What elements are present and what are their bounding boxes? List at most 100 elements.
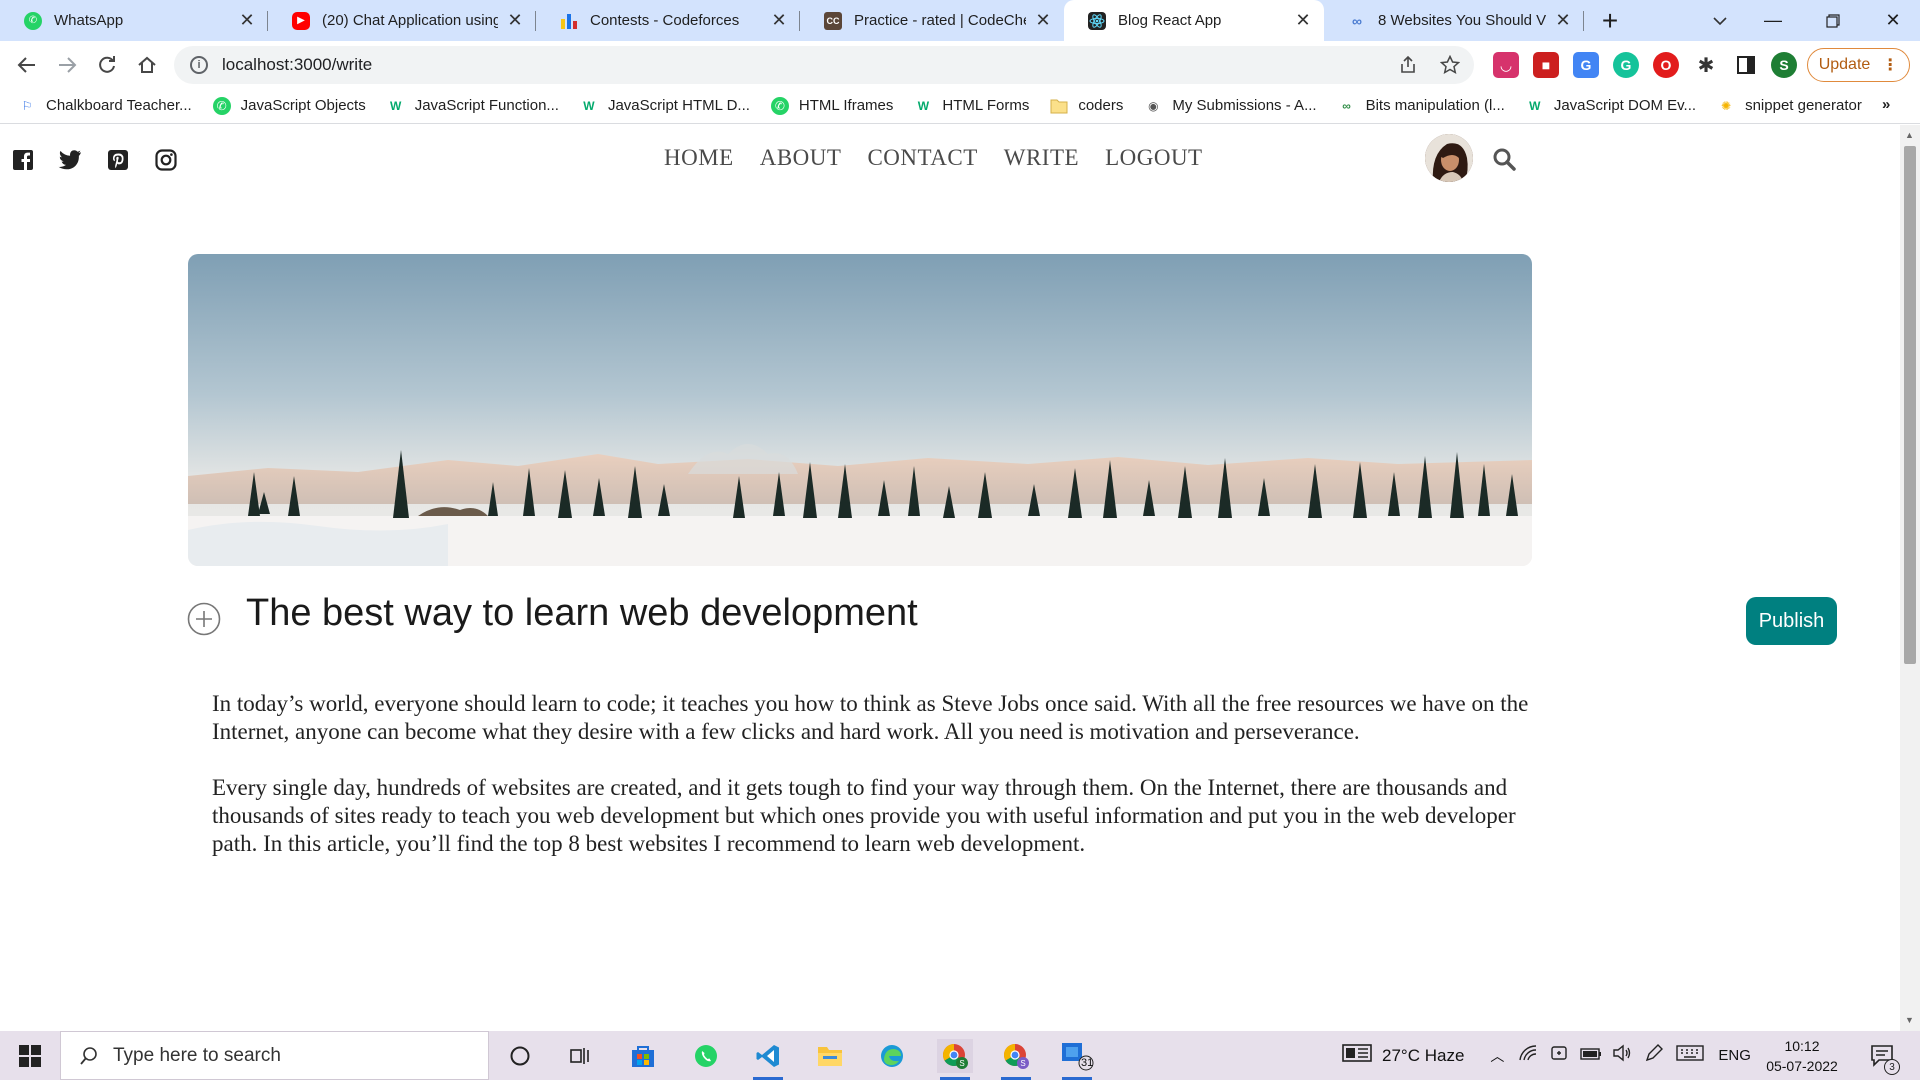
- nav-about[interactable]: ABOUT: [760, 145, 842, 171]
- tab-codechef[interactable]: CC Practice - rated | CodeChef ✕: [800, 0, 1064, 41]
- grammarly-icon[interactable]: G: [1613, 52, 1639, 78]
- clock[interactable]: 10:12 05-07-2022: [1762, 1036, 1842, 1076]
- volume-icon[interactable]: [1612, 1044, 1632, 1067]
- taskbar-search[interactable]: Type here to search: [60, 1031, 489, 1080]
- close-icon[interactable]: ✕: [1294, 10, 1312, 31]
- start-button[interactable]: [10, 1042, 50, 1070]
- nav-logout[interactable]: LOGOUT: [1105, 145, 1203, 171]
- bookmark-item[interactable]: W HTML Forms: [914, 97, 1030, 115]
- close-icon[interactable]: ✕: [506, 10, 524, 31]
- vscode-icon[interactable]: [750, 1039, 786, 1080]
- publish-label: Publish: [1758, 609, 1825, 632]
- tab-blog-react-app[interactable]: Blog React App ✕: [1064, 0, 1324, 41]
- bookmark-item[interactable]: ∞ Bits manipulation (l...: [1338, 97, 1505, 115]
- bookmark-item[interactable]: W JavaScript DOM Ev...: [1526, 97, 1696, 115]
- bookmark-item[interactable]: ◉ My Submissions - A...: [1144, 97, 1316, 115]
- nav-contact[interactable]: CONTACT: [867, 145, 977, 171]
- close-icon[interactable]: ✕: [238, 10, 256, 31]
- instagram-icon[interactable]: [154, 148, 178, 172]
- close-icon[interactable]: ✕: [1554, 10, 1572, 31]
- restore-button[interactable]: [1803, 0, 1863, 41]
- twitter-icon[interactable]: [58, 148, 82, 172]
- whatsapp-icon[interactable]: [688, 1039, 724, 1073]
- bookmark-label: HTML Forms: [942, 97, 1030, 114]
- tab-title: WhatsApp: [54, 12, 124, 29]
- tab-websites-article[interactable]: ∞ 8 Websites You Should Visit ✕: [1324, 0, 1584, 41]
- edge-icon[interactable]: [874, 1039, 910, 1073]
- chevron-down-icon: [1713, 16, 1727, 25]
- cortana-icon[interactable]: [502, 1039, 538, 1073]
- tab-search-button[interactable]: [1690, 0, 1750, 41]
- tab-whatsapp[interactable]: ✆ WhatsApp ✕: [0, 0, 268, 41]
- new-tab-button[interactable]: +: [1582, 0, 1638, 41]
- back-button[interactable]: [11, 49, 43, 81]
- publish-button[interactable]: Publish: [1746, 597, 1837, 645]
- battery-icon[interactable]: [1580, 1046, 1602, 1066]
- chevron-up-icon[interactable]: ︿: [1490, 1046, 1504, 1066]
- bookmark-folder[interactable]: coders: [1050, 97, 1123, 115]
- close-window-button[interactable]: ✕: [1863, 0, 1920, 41]
- home-button[interactable]: [131, 49, 163, 81]
- puzzle-icon[interactable]: ✱: [1693, 52, 1719, 78]
- ext-red-icon[interactable]: ■: [1533, 52, 1559, 78]
- star-icon[interactable]: [1440, 55, 1460, 75]
- bookmark-item[interactable]: ✆ JavaScript Objects: [212, 96, 366, 115]
- file-explorer-icon[interactable]: [812, 1039, 848, 1073]
- address-bar[interactable]: i localhost:3000/write: [174, 46, 1474, 84]
- wifi-icon[interactable]: [1518, 1044, 1538, 1067]
- facebook-icon[interactable]: [11, 148, 35, 172]
- update-button[interactable]: Update ⋮: [1807, 48, 1910, 82]
- pen-icon[interactable]: [1644, 1043, 1664, 1068]
- translate-icon[interactable]: G: [1573, 52, 1599, 78]
- url-text[interactable]: localhost:3000/write: [222, 55, 1398, 75]
- weather-text[interactable]: 27°C Haze: [1382, 1046, 1464, 1066]
- user-avatar[interactable]: [1425, 134, 1473, 182]
- opera-icon[interactable]: O: [1653, 52, 1679, 78]
- minimize-button[interactable]: —: [1743, 0, 1803, 41]
- add-image-button[interactable]: [187, 602, 221, 636]
- chrome-profile-icon[interactable]: S: [937, 1039, 973, 1080]
- nav-write[interactable]: WRITE: [1004, 145, 1079, 171]
- main-nav: HOME ABOUT CONTACT WRITE LOGOUT: [664, 145, 1203, 171]
- weather-widget-icon[interactable]: [1342, 1043, 1372, 1068]
- tab-youtube[interactable]: ▶ (20) Chat Application using ✕: [268, 0, 536, 41]
- notifications-button[interactable]: 3: [1864, 1039, 1900, 1075]
- scrollbar-thumb[interactable]: [1904, 146, 1916, 664]
- task-view-icon[interactable]: [562, 1039, 598, 1073]
- home-icon: [138, 56, 156, 73]
- pinterest-icon[interactable]: [106, 148, 130, 172]
- more-bookmarks-button[interactable]: »: [1882, 96, 1890, 113]
- tab-codeforces[interactable]: Contests - Codeforces ✕: [536, 0, 800, 41]
- nav-home[interactable]: HOME: [664, 145, 734, 171]
- share-icon[interactable]: [1398, 55, 1418, 75]
- meet-now-icon[interactable]: [1550, 1044, 1568, 1067]
- info-icon[interactable]: i: [190, 56, 208, 74]
- close-icon[interactable]: ✕: [1034, 10, 1052, 31]
- calendar-app-icon[interactable]: 31: [1059, 1039, 1095, 1080]
- search-icon[interactable]: [1492, 147, 1516, 171]
- pocket-icon[interactable]: ◡: [1493, 52, 1519, 78]
- forward-button[interactable]: [51, 49, 83, 81]
- title-input[interactable]: [246, 583, 1246, 643]
- side-panel-button[interactable]: [1733, 52, 1759, 78]
- profile-avatar[interactable]: S: [1771, 52, 1797, 78]
- keyboard-icon[interactable]: [1676, 1044, 1705, 1067]
- reload-button[interactable]: [91, 49, 123, 81]
- bookmark-item[interactable]: ✆ HTML Iframes: [770, 96, 893, 115]
- bookmark-item[interactable]: ⚐ Chalkboard Teacher...: [18, 97, 192, 115]
- bookmark-label: My Submissions - A...: [1172, 97, 1317, 114]
- search-icon: [80, 1046, 97, 1065]
- bookmark-item[interactable]: ✺ snippet generator: [1717, 97, 1862, 115]
- language-indicator[interactable]: ENG: [1718, 1047, 1751, 1064]
- store-icon[interactable]: [625, 1039, 661, 1073]
- bookmark-item[interactable]: W JavaScript HTML D...: [580, 97, 750, 115]
- bookmark-item[interactable]: W JavaScript Function...: [387, 97, 559, 115]
- scrollbar[interactable]: ▲ ▼: [1900, 125, 1920, 1031]
- story-textarea[interactable]: In today’s world, everyone should learn …: [212, 690, 1532, 886]
- scroll-down-icon[interactable]: ▼: [1905, 1015, 1914, 1025]
- close-icon[interactable]: ✕: [770, 10, 788, 31]
- page-content: HOME ABOUT CONTACT WRITE LOGOUT The best…: [0, 125, 1900, 1031]
- scroll-up-icon[interactable]: ▲: [1905, 130, 1914, 140]
- side-panel-icon: [1737, 56, 1755, 74]
- chrome-profile-icon[interactable]: S: [998, 1039, 1034, 1080]
